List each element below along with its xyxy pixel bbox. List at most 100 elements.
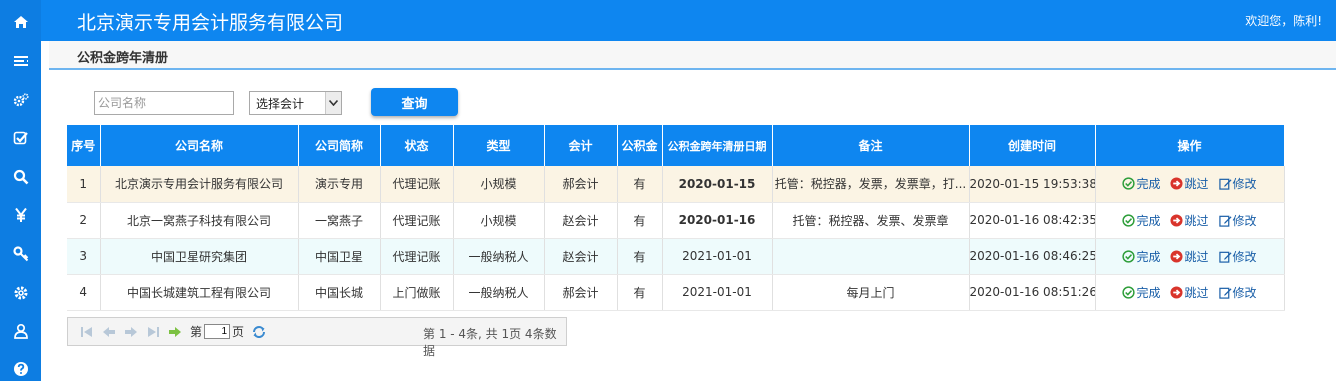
search-icon[interactable]: [0, 165, 41, 189]
cell-company: 中国长城建筑工程有限公司: [100, 274, 299, 311]
cell-status: 代理记账: [380, 238, 454, 275]
pagination-summary: 第 1 - 4条, 共 1页 4条数据: [423, 327, 557, 358]
edit-label: 修改: [1232, 213, 1257, 228]
complete-button[interactable]: 完成: [1122, 284, 1160, 301]
check-circle-icon: [1122, 249, 1136, 263]
header-no[interactable]: 序号: [67, 125, 101, 166]
accountant-select[interactable]: 选择会计: [249, 91, 342, 115]
page-header: 公积金跨年清册: [49, 41, 1336, 70]
arrow-circle-icon: [1170, 177, 1184, 190]
top-bar: 北京演示专用会计服务有限公司 欢迎您，陈利!: [41, 0, 1336, 41]
complete-button[interactable]: 完成: [1122, 175, 1160, 192]
cell-accountant: 郝会计: [544, 274, 618, 311]
check-circle-icon: [1122, 285, 1136, 299]
header-actions: 操作: [1095, 125, 1285, 166]
sidebar: [0, 0, 41, 381]
cell-status: 代理记账: [380, 202, 454, 239]
table-row[interactable]: 4 中国长城建筑工程有限公司 中国长城 上门做账 一般纳税人 郝会计有 2021-01-01…: [67, 274, 1285, 311]
last-page-icon[interactable]: [146, 325, 160, 339]
cell-note: 托管：税控器，发票，发票章，打...: [772, 166, 970, 203]
help-icon[interactable]: [0, 357, 41, 381]
user-icon[interactable]: [0, 319, 41, 343]
header-note[interactable]: 备注: [772, 125, 970, 166]
cell-status: 上门做账: [380, 274, 454, 311]
complete-label: 完成: [1136, 177, 1161, 192]
cell-short-name: 中国卫星: [298, 238, 381, 275]
page-prefix: 第: [190, 325, 203, 339]
yen-icon[interactable]: [0, 203, 41, 227]
check-circle-icon: [1122, 177, 1136, 190]
complete-button[interactable]: 完成: [1122, 212, 1160, 229]
edit-icon: [1218, 286, 1232, 299]
header-date[interactable]: 公积金跨年清册日期: [662, 125, 773, 166]
cell-no: 4: [67, 274, 101, 311]
skip-label: 跳过: [1184, 249, 1209, 264]
chevron-down-icon: [325, 92, 341, 114]
header-created[interactable]: 创建时间: [969, 125, 1096, 166]
query-button[interactable]: 查询: [371, 88, 458, 116]
arrow-circle-icon: [1170, 285, 1184, 299]
header-status[interactable]: 状态: [380, 125, 454, 166]
cell-fund: 有: [617, 274, 663, 311]
cell-no: 3: [67, 238, 101, 275]
cell-note: 托管：税控器、发票、发票章: [772, 202, 970, 239]
edit-button[interactable]: 修改: [1218, 212, 1257, 229]
cell-note: [772, 238, 970, 275]
cell-type: 小规模: [453, 166, 545, 203]
page-number-input[interactable]: [204, 324, 231, 339]
header-fund[interactable]: 公积金: [617, 125, 663, 166]
cell-actions: 完成 跳过 修改: [1095, 202, 1285, 239]
check-icon[interactable]: [0, 126, 41, 150]
skip-button[interactable]: 跳过: [1170, 212, 1209, 229]
cell-actions: 完成 跳过 修改: [1095, 274, 1285, 311]
home-icon[interactable]: [0, 10, 41, 34]
cell-date: 2020-01-15: [662, 166, 773, 203]
header-company[interactable]: 公司名称: [100, 125, 299, 166]
page-title: 公积金跨年清册: [77, 51, 169, 66]
table-row[interactable]: 1 北京演示专用会计服务有限公司 演示专用 代理记账 小规模 郝会计有 2020-01-15…: [67, 166, 1285, 203]
cell-fund: 有: [617, 166, 663, 203]
cell-note: 每月上门: [772, 274, 970, 311]
cell-company: 北京演示专用会计服务有限公司: [100, 166, 299, 203]
edit-label: 修改: [1232, 249, 1257, 264]
refresh-icon[interactable]: [252, 325, 266, 339]
table-row[interactable]: 3 中国卫星研究集团 中国卫星 代理记账 一般纳税人 赵会计有 2021-01-01 2020…: [67, 238, 1285, 275]
complete-label: 完成: [1136, 213, 1161, 228]
cell-company: 北京一窝燕子科技有限公司: [100, 202, 299, 239]
complete-button[interactable]: 完成: [1122, 248, 1160, 265]
arrow-circle-icon: [1170, 213, 1184, 227]
skip-button[interactable]: 跳过: [1170, 284, 1209, 301]
cell-short-name: 中国长城: [298, 274, 381, 311]
next-page-icon[interactable]: [124, 325, 138, 339]
edit-button[interactable]: 修改: [1218, 175, 1257, 192]
header-accountant[interactable]: 会计: [544, 125, 618, 166]
cell-date: 2020-01-16: [662, 202, 773, 239]
edit-button[interactable]: 修改: [1218, 284, 1257, 301]
go-arrow-icon[interactable]: [168, 325, 182, 339]
edit-button[interactable]: 修改: [1218, 248, 1257, 265]
arrow-circle-icon: [1170, 249, 1184, 263]
table-row[interactable]: 2 北京一窝燕子科技有限公司 一窝燕子 代理记账 小规模 赵会计有 2020-01-16 托管…: [67, 202, 1285, 239]
complete-label: 完成: [1136, 249, 1161, 264]
company-name-input[interactable]: [94, 91, 234, 115]
cell-short-name: 演示专用: [298, 166, 381, 203]
skip-button[interactable]: 跳过: [1170, 175, 1209, 192]
accountant-select-value: 选择会计: [256, 96, 305, 111]
header-type[interactable]: 类型: [453, 125, 545, 166]
skip-button[interactable]: 跳过: [1170, 248, 1209, 265]
key-icon[interactable]: [0, 242, 41, 266]
list-icon[interactable]: [0, 49, 41, 73]
first-page-icon[interactable]: [80, 325, 94, 339]
complete-label: 完成: [1136, 285, 1161, 300]
edit-label: 修改: [1232, 285, 1257, 300]
cell-status: 代理记账: [380, 166, 454, 203]
cell-type: 一般纳税人: [453, 274, 545, 311]
cell-created: 2020-01-16 08:51:26: [969, 274, 1096, 311]
header-short-name[interactable]: 公司简称: [298, 125, 381, 166]
gear-icon[interactable]: [0, 281, 41, 305]
prev-page-icon[interactable]: [102, 325, 116, 339]
edit-label: 修改: [1232, 177, 1257, 192]
check-circle-icon: [1122, 213, 1136, 227]
settings-icon[interactable]: [0, 88, 41, 112]
cell-accountant: 赵会计: [544, 202, 618, 239]
